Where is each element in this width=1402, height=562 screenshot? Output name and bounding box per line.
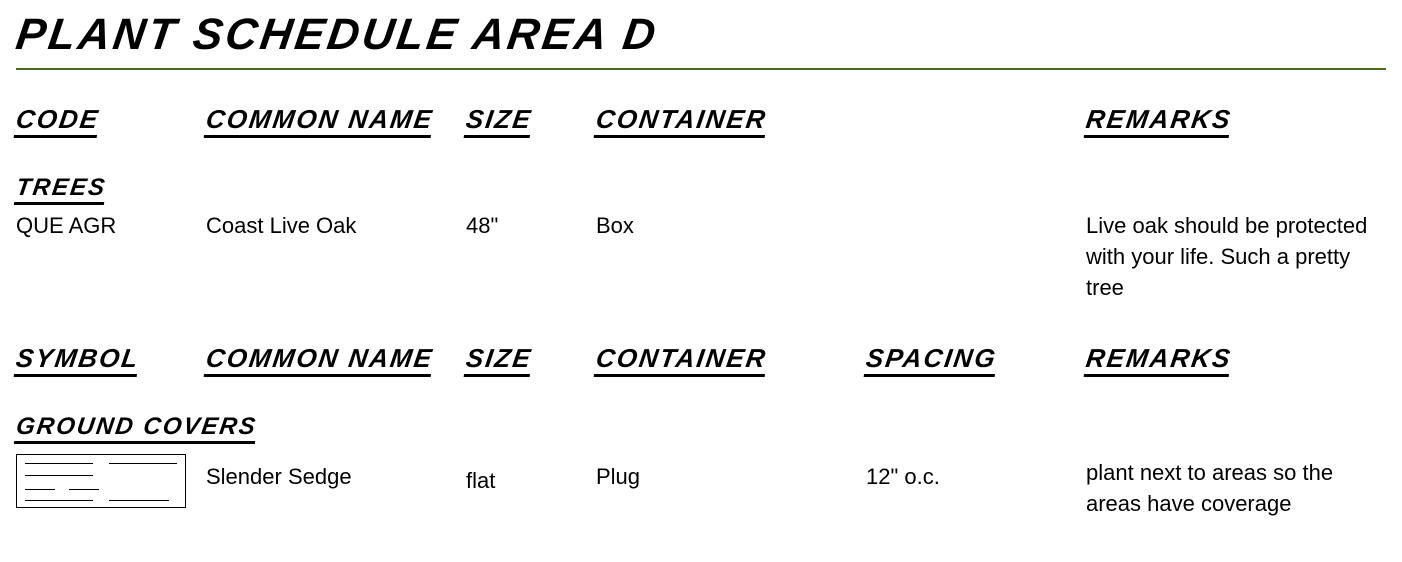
cell-remarks: Live oak should be protected with your l… <box>1086 211 1386 303</box>
cell-container: Box <box>596 211 866 242</box>
col-header-remarks: REMARKS <box>1084 104 1234 138</box>
cell-spacing: 12" o.c. <box>866 452 1086 493</box>
page-title: PLANT SCHEDULE AREA D <box>12 10 1390 66</box>
col-header-size: SIZE <box>464 104 535 138</box>
cell-code: QUE AGR <box>16 211 206 242</box>
cell-container: Plug <box>596 452 866 493</box>
col-header-common-name-2: COMMON NAME <box>204 343 436 377</box>
cell-symbol <box>16 452 206 508</box>
col-header-size-2: SIZE <box>464 343 535 377</box>
header-row-2: SYMBOL COMMON NAME SIZE CONTAINER SPACIN… <box>16 343 1386 377</box>
table-row: QUE AGR Coast Live Oak 48" Box Live oak … <box>16 211 1386 303</box>
cell-size: 48" <box>466 211 596 242</box>
cell-size: flat <box>466 452 596 497</box>
section-label-trees: TREES <box>14 174 108 205</box>
col-header-container: CONTAINER <box>594 104 769 138</box>
hatch-symbol-icon <box>16 454 186 508</box>
cell-common-name: Slender Sedge <box>206 452 466 493</box>
header-row-1: CODE COMMON NAME SIZE CONTAINER REMARKS <box>16 104 1386 138</box>
col-header-code: CODE <box>14 104 102 138</box>
col-header-symbol: SYMBOL <box>14 343 142 377</box>
col-header-common-name: COMMON NAME <box>204 104 436 138</box>
cell-common-name: Coast Live Oak <box>206 211 466 242</box>
cell-remarks: plant next to areas so the areas have co… <box>1086 452 1386 520</box>
col-header-container-2: CONTAINER <box>594 343 769 377</box>
col-header-remarks-2: REMARKS <box>1084 343 1234 377</box>
title-underline <box>16 68 1386 70</box>
col-header-spacing-2: SPACING <box>864 343 999 377</box>
table-row: Slender Sedge flat Plug 12" o.c. plant n… <box>16 452 1386 520</box>
section-label-ground-covers: GROUND COVERS <box>14 413 259 444</box>
